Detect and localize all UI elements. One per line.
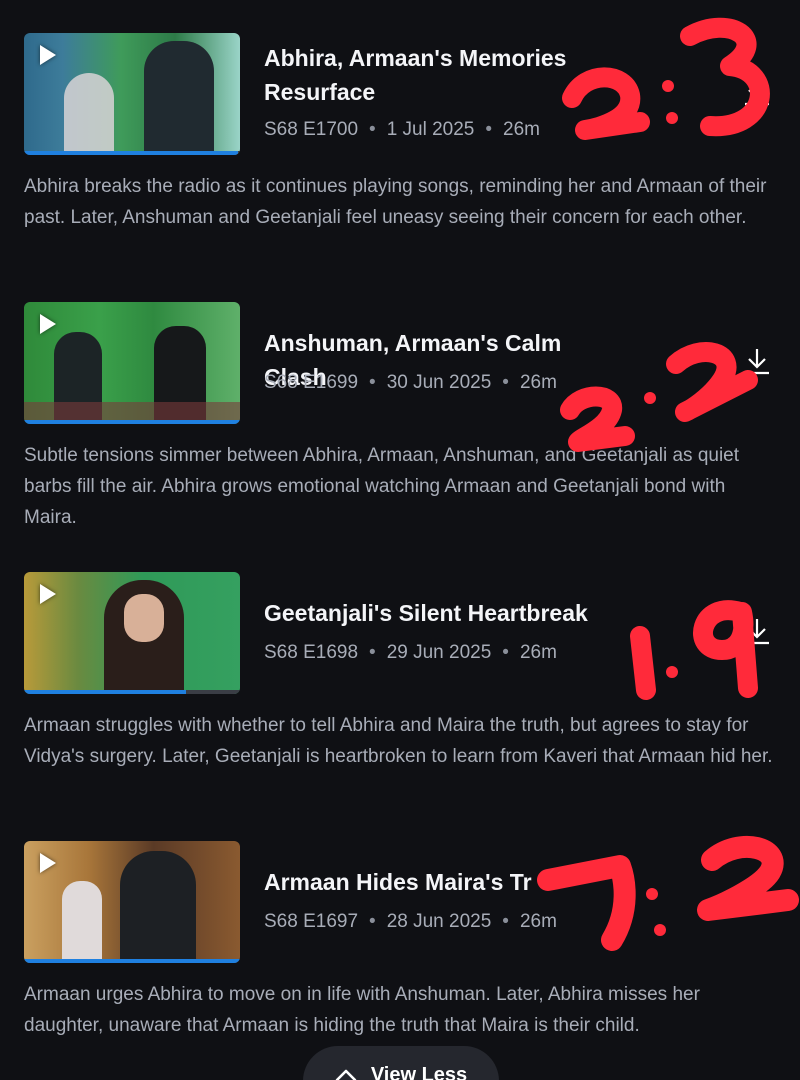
separator: •: [369, 119, 376, 140]
play-icon: [40, 584, 56, 604]
episode-number: S68 E1697: [264, 911, 359, 932]
episode-thumbnail[interactable]: [24, 572, 240, 694]
play-icon: [40, 45, 56, 65]
episode-title: Geetanjali's Silent Heartbreak: [264, 600, 588, 626]
episode-thumbnail[interactable]: [24, 33, 240, 155]
episode-meta: S68 E1699 • 30 Jun 2025 • 26m: [264, 372, 557, 394]
episode-number: S68 E1698: [264, 642, 359, 663]
annotation-episode-3: [630, 600, 758, 700]
episode-description: Armaan struggles with whether to tell Ab…: [24, 715, 773, 767]
episode-thumbnail[interactable]: [24, 841, 240, 963]
episode-meta: S68 E1700 • 1 Jul 2025 • 26m: [264, 119, 540, 141]
play-icon: [40, 853, 56, 873]
separator: •: [502, 642, 509, 663]
episode-date: 28 Jun 2025: [386, 911, 492, 932]
episode-description: Armaan urges Abhira to move on in life w…: [24, 984, 700, 1036]
episode-date: 29 Jun 2025: [386, 642, 492, 663]
episode-description: Subtle tensions simmer between Abhira, A…: [24, 445, 740, 528]
episode-duration: 26m: [519, 372, 557, 393]
separator: •: [502, 372, 509, 393]
view-less-button[interactable]: View Less: [303, 1046, 499, 1080]
progress-bar: [24, 690, 240, 694]
play-icon: [40, 314, 56, 334]
download-icon[interactable]: [742, 346, 772, 376]
separator: •: [502, 911, 509, 932]
separator: •: [369, 911, 376, 932]
separator: •: [485, 119, 493, 140]
separator: •: [369, 372, 376, 393]
download-icon[interactable]: [742, 77, 772, 107]
episode-meta: S68 E1698 • 29 Jun 2025 • 26m: [264, 642, 557, 664]
episode-title: Armaan Hides Maira's Tr: [264, 869, 532, 895]
separator: •: [369, 642, 376, 663]
view-less-label: View Less: [370, 1064, 468, 1080]
episode-title: Abhira, Armaan's Memories Resurface: [264, 45, 567, 105]
download-icon[interactable]: [742, 885, 772, 915]
episode-date: 30 Jun 2025: [386, 372, 492, 393]
episode-duration: 26m: [519, 642, 557, 663]
episode-description: Abhira breaks the radio as it continues …: [24, 176, 767, 228]
episode-meta: S68 E1697 • 28 Jun 2025 • 26m: [264, 911, 557, 933]
chevron-up-icon: [335, 1069, 357, 1080]
episode-date: 1 Jul 2025: [386, 119, 475, 140]
episode-number: S68 E1699: [264, 372, 359, 393]
download-icon[interactable]: [742, 616, 772, 646]
progress-bar: [24, 151, 240, 155]
episode-number: S68 E1700: [264, 119, 359, 140]
episode-duration: 26m: [503, 119, 540, 140]
episode-duration: 26m: [519, 911, 557, 932]
progress-bar: [24, 420, 240, 424]
episode-thumbnail[interactable]: [24, 302, 240, 424]
progress-bar: [24, 959, 240, 963]
